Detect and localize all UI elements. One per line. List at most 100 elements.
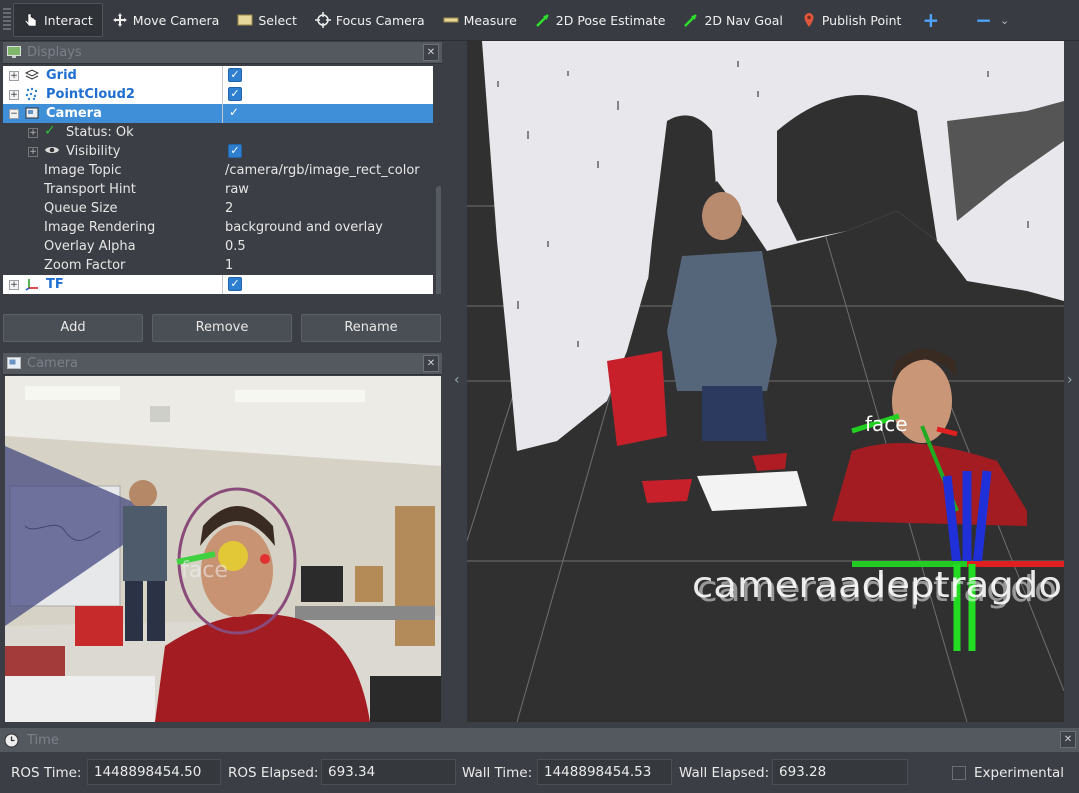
tf-enabled-checkbox[interactable]: ✓ — [228, 277, 242, 291]
move-camera-tool-button[interactable]: Move Camera — [103, 3, 229, 37]
display-item-grid[interactable]: + Grid ✓ — [3, 66, 433, 85]
camera-property-row[interactable]: Image Topic /camera/rgb/image_rect_color — [3, 161, 433, 180]
property-name: Image Topic — [44, 163, 122, 178]
ros-time-field[interactable]: 1448898454.50 — [87, 759, 221, 785]
camera-visibility-row[interactable]: + Visibility ✓ — [3, 142, 433, 161]
wall-elapsed-label: Wall Elapsed: — [679, 765, 770, 781]
toolbar-grip-handle[interactable] — [3, 8, 11, 32]
select-tool-button[interactable]: Select — [228, 3, 306, 37]
displays-panel-title-bar[interactable]: Displays ✕ — [3, 42, 442, 64]
transport-hint-value[interactable]: raw — [225, 182, 249, 197]
display-item-camera-label: Camera — [46, 106, 102, 121]
move-camera-icon — [112, 12, 128, 28]
column-divider — [222, 104, 223, 123]
left-panel-collapse-arrow[interactable]: ‹ — [454, 372, 460, 388]
image-rendering-value[interactable]: background and overlay — [225, 220, 383, 235]
camera-visibility-label: Visibility — [66, 144, 121, 159]
tool-menu-chevron-down-icon[interactable]: ⌄ — [996, 3, 1013, 37]
displays-close-icon[interactable]: ✕ — [423, 44, 439, 61]
camera-enabled-checkbox[interactable]: ✓ — [229, 105, 239, 119]
experimental-label: Experimental — [974, 765, 1065, 781]
time-readout-row: ROS Time: 1448898454.50 ROS Elapsed: 693… — [0, 755, 1079, 791]
property-name: Overlay Alpha — [44, 239, 136, 254]
nav-goal-tool-label: 2D Nav Goal — [704, 12, 783, 28]
displays-scrollbar[interactable] — [436, 186, 441, 294]
camera-panel-icon — [7, 357, 21, 369]
property-name: Image Rendering — [44, 220, 156, 235]
camera-status-label: Status: Ok — [66, 125, 134, 140]
nav-goal-tool-button[interactable]: 2D Nav Goal — [674, 3, 791, 37]
add-tool-button[interactable]: + — [910, 3, 951, 37]
select-tool-label: Select — [258, 12, 297, 28]
pose-estimate-tool-button[interactable]: 2D Pose Estimate — [526, 3, 675, 37]
expand-status-icon[interactable]: + — [28, 127, 38, 138]
camera-panel-title-bar[interactable]: Camera ✕ — [3, 353, 442, 375]
collapse-camera-icon[interactable]: − — [9, 108, 19, 119]
wall-time-label: Wall Time: — [462, 765, 533, 781]
property-name: Queue Size — [44, 201, 118, 216]
remove-display-button[interactable]: Remove — [152, 314, 292, 342]
time-panel-close-icon[interactable]: ✕ — [1060, 731, 1076, 748]
measure-tool-label: Measure — [463, 12, 517, 28]
add-display-button[interactable]: Add — [3, 314, 143, 342]
displays-tree: + Grid ✓ + PointCloud2 ✓ − Camera ✓ + ✓ … — [3, 66, 441, 294]
eye-icon — [44, 144, 60, 160]
display-item-pointcloud2-label: PointCloud2 — [46, 87, 135, 102]
wall-time-field[interactable]: 1448898454.53 — [537, 759, 672, 785]
focus-camera-tool-button[interactable]: Focus Camera — [306, 3, 434, 37]
expand-grid-icon[interactable]: + — [9, 70, 19, 81]
measure-tool-button[interactable]: Measure — [434, 3, 526, 37]
interact-tool-button[interactable]: Interact — [13, 3, 103, 37]
zoom-factor-value[interactable]: 1 — [225, 258, 233, 273]
ros-time-label: ROS Time: — [11, 765, 82, 781]
display-item-pointcloud2[interactable]: + PointCloud2 ✓ — [3, 85, 433, 104]
grid-enabled-checkbox[interactable]: ✓ — [228, 68, 242, 82]
publish-point-tool-label: Publish Point — [821, 12, 902, 28]
camera-property-row[interactable]: Zoom Factor 1 — [3, 256, 433, 275]
property-name: Zoom Factor — [44, 258, 126, 273]
grid-icon — [24, 68, 40, 82]
interact-tool-label: Interact — [44, 12, 93, 28]
status-ok-check-icon: ✓ — [44, 123, 56, 139]
ros-elapsed-label: ROS Elapsed: — [228, 765, 319, 781]
pointcloud2-enabled-checkbox[interactable]: ✓ — [228, 87, 242, 101]
main-toolbar: Interact Move Camera Select Focus Camera… — [0, 0, 1079, 41]
display-item-camera[interactable]: − Camera ✓ — [3, 104, 433, 123]
right-panel-expand-arrow[interactable]: › — [1067, 372, 1073, 388]
focus-camera-icon — [314, 12, 331, 28]
rename-display-button[interactable]: Rename — [301, 314, 441, 342]
ros-elapsed-field[interactable]: 693.34 — [321, 759, 456, 785]
overlay-alpha-value[interactable]: 0.5 — [225, 239, 246, 254]
focus-camera-tool-label: Focus Camera — [335, 12, 425, 28]
camera-property-row[interactable]: Image Rendering background and overlay — [3, 218, 433, 237]
time-panel-title-bar[interactable]: Time ✕ — [0, 728, 1079, 752]
experimental-checkbox[interactable] — [952, 766, 966, 780]
camera-property-row[interactable]: Transport Hint raw — [3, 180, 433, 199]
expand-tf-icon[interactable]: + — [9, 279, 19, 290]
time-panel-title: Time — [27, 732, 59, 748]
measure-icon — [443, 12, 459, 28]
render-3d-view[interactable]: face cameraadeptragdo cameraadeptragdo — [467, 41, 1064, 722]
tf-axes-icon — [25, 277, 39, 291]
camera-display-icon — [25, 106, 39, 120]
column-divider — [222, 85, 223, 104]
monitor-icon — [7, 46, 21, 58]
camera-status-row[interactable]: + ✓ Status: Ok — [3, 123, 433, 142]
property-name: Transport Hint — [44, 182, 136, 197]
tf-frame-label-face: face — [865, 412, 908, 436]
visibility-checkbox[interactable]: ✓ — [228, 144, 242, 158]
publish-point-tool-button[interactable]: Publish Point — [792, 3, 911, 37]
camera-image: face — [5, 376, 441, 722]
camera-property-row[interactable]: Overlay Alpha 0.5 — [3, 237, 433, 256]
remove-tool-button[interactable]: − — [951, 3, 996, 37]
expand-visibility-icon[interactable]: + — [28, 146, 38, 157]
camera-image-view[interactable]: face — [5, 376, 441, 722]
camera-panel-close-icon[interactable]: ✕ — [423, 355, 439, 372]
display-item-tf[interactable]: + TF ✓ — [3, 275, 433, 294]
expand-pointcloud2-icon[interactable]: + — [9, 89, 19, 100]
queue-size-value[interactable]: 2 — [225, 201, 233, 216]
pointcloud-scene: face cameraadeptragdo cameraadeptragdo — [467, 41, 1064, 722]
wall-elapsed-field[interactable]: 693.28 — [772, 759, 908, 785]
image-topic-value[interactable]: /camera/rgb/image_rect_color — [225, 163, 420, 178]
camera-property-row[interactable]: Queue Size 2 — [3, 199, 433, 218]
